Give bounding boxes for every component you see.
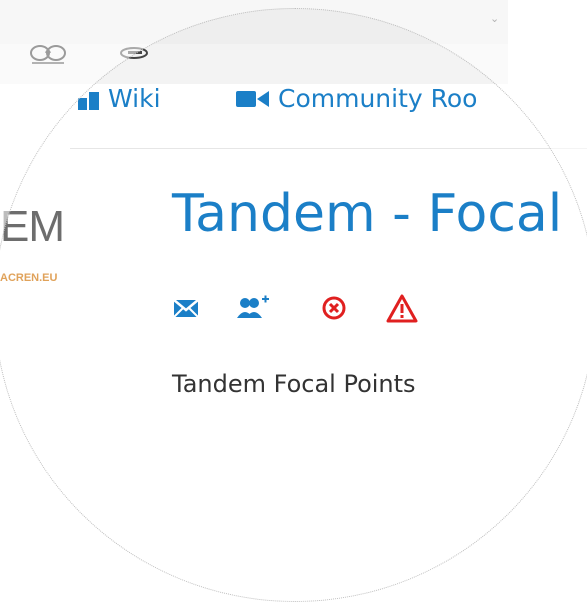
nav-item-community-room[interactable]: Community Roo [236,84,477,113]
page-title: Tandem - Focal [172,184,563,244]
top-bar: ⌄ [0,0,508,45]
nav-divider [70,148,587,149]
add-user-icon[interactable] [236,294,272,328]
warning-icon[interactable] [386,294,422,328]
nav-item-wiki[interactable]: Wiki [78,84,161,113]
partner-logos [0,44,508,84]
nav-item-label: Wiki [108,84,161,113]
wiki-icon [78,91,99,110]
site-logo[interactable]: EM ACREN.EU [0,190,110,300]
logo-url-text: ACREN.EU [0,272,58,284]
logo-letters: EM [0,202,65,251]
main-nav: Wiki Community Roo [0,82,587,148]
partner-logo-1[interactable] [26,44,74,66]
partner-logo-2[interactable] [118,45,160,61]
video-camera-icon [236,90,269,107]
envelope-icon[interactable] [172,294,208,328]
nav-item-label: Community Roo [278,84,478,113]
cancel-circle-icon[interactable] [320,294,356,328]
chevron-down-icon[interactable]: ⌄ [490,12,499,25]
page-description: Tandem Focal Points [172,370,416,398]
